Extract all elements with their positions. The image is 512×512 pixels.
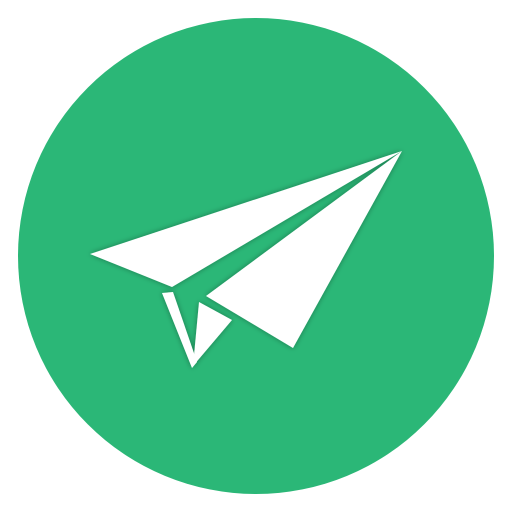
icon-background-circle <box>18 18 494 494</box>
app-icon <box>0 0 512 512</box>
paper-plane-icon <box>18 18 494 494</box>
